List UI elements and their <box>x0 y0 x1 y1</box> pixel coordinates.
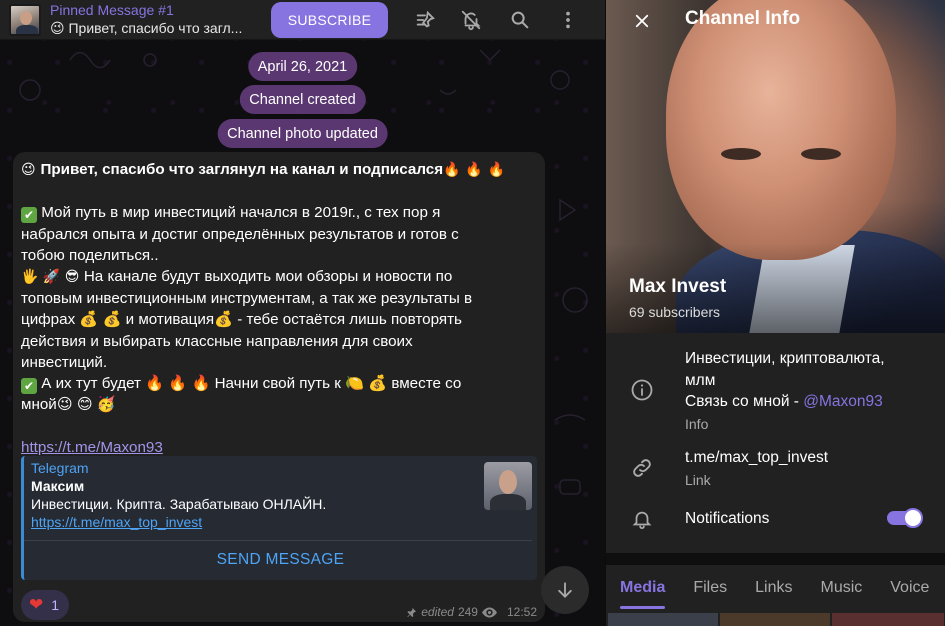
message-time: 12:52 <box>506 605 537 619</box>
preview-link[interactable]: https://t.me/max_top_invest <box>31 514 202 530</box>
pinned-list-icon[interactable] <box>411 6 439 34</box>
views-eye-icon <box>481 607 497 617</box>
tab-music[interactable]: Music <box>806 565 876 611</box>
channel-name: Max Invest <box>629 276 727 297</box>
edited-label: edited <box>421 605 454 619</box>
pinned-preview: 😉 Привет, спасибо что загл... <box>50 20 243 36</box>
subscriber-count: 69 subscribers <box>629 304 721 320</box>
message-line: ✔ А их тут будет 🔥 🔥 🔥 Начни свой путь к… <box>21 373 539 395</box>
media-grid[interactable] <box>606 611 945 626</box>
link-icon <box>630 456 654 480</box>
message-line <box>21 181 539 202</box>
notifications-label: Notifications <box>685 510 770 527</box>
tab-voice[interactable]: Voice <box>876 565 943 611</box>
bell-icon <box>630 507 654 531</box>
service-channel-created: Channel created <box>239 85 366 114</box>
check-icon: ✔ <box>21 378 37 395</box>
channel-link[interactable]: t.me/max_top_invest <box>685 447 828 469</box>
pinned-thumbnail <box>9 3 41 36</box>
message-line: ✔ Мой путь в мир инвестиций начался в 20… <box>21 202 539 224</box>
preview-description: Инвестиции. Крипта. Зарабатываю ОНЛАЙН. <box>31 496 327 512</box>
message-link[interactable]: https://t.me/Maxon93 <box>21 439 163 456</box>
message-line: тобою поделиться.. <box>21 246 159 264</box>
info-panel-title: Channel Info <box>685 8 801 29</box>
message-line: инвестиций. <box>21 353 108 371</box>
preview-thumbnail <box>484 462 532 510</box>
service-photo-updated: Channel photo updated <box>217 119 388 148</box>
link-label: Link <box>685 472 711 488</box>
tab-files[interactable]: Files <box>679 565 741 611</box>
message-line: 🖐 🚀 😎 На канале будут выходить мои обзор… <box>21 268 453 286</box>
message-line: 😉 Привет, спасибо что заглянул на канал … <box>21 161 506 178</box>
message-line: https://t.me/Maxon93 <box>21 437 539 458</box>
description-label: Info <box>685 416 709 432</box>
view-count: 249 <box>457 605 478 619</box>
reaction-chip[interactable]: ❤ 1 <box>21 590 70 620</box>
subscribe-button[interactable]: SUBSCRIBE <box>271 2 388 38</box>
message-line: цифрах 💰 💰 и мотивация💰 - тебе остаётся … <box>21 311 462 329</box>
chat-panel: Pinned Message #1 😉 Привет, спасибо что … <box>0 0 605 626</box>
telegram-window: Pinned Message #1 😉 Привет, спасибо что … <box>0 0 945 626</box>
pin-icon <box>407 607 417 617</box>
contact-handle-link[interactable]: @Maxon93 <box>803 393 883 410</box>
preview-title: Максим <box>31 478 85 494</box>
tab-media[interactable]: Media <box>606 565 679 611</box>
message-bubble[interactable]: 😉 Привет, спасибо что заглянул на канал … <box>13 152 545 622</box>
check-icon: ✔ <box>21 207 37 224</box>
message-line: топовым инвестиционным инструментам, а т… <box>21 290 473 308</box>
notifications-toggle[interactable] <box>887 508 923 528</box>
message-line: действия и выбирать классные направления… <box>21 332 413 350</box>
heart-icon: ❤ <box>29 595 44 615</box>
link-preview[interactable]: Telegram Максим Инвестиции. Крипта. Зара… <box>21 456 537 580</box>
tab-links[interactable]: Links <box>741 565 806 611</box>
preview-divider <box>24 540 532 541</box>
close-icon[interactable] <box>628 7 656 35</box>
reaction-count: 1 <box>51 597 60 613</box>
shared-media-tabs: Media Files Links Music Voice <box>606 565 945 611</box>
send-message-button[interactable]: SEND MESSAGE <box>24 551 537 569</box>
search-icon[interactable] <box>506 6 534 34</box>
info-icon <box>630 378 654 402</box>
scroll-to-bottom-button[interactable] <box>541 566 589 614</box>
message-text: 😉 Привет, спасибо что заглянул на канал … <box>21 159 539 458</box>
pinned-text: Pinned Message #1 😉 Привет, спасибо что … <box>50 1 260 38</box>
date-separator: April 26, 2021 <box>247 52 358 81</box>
channel-info-panel: Channel Info Max Invest 69 subscribers И… <box>605 0 945 626</box>
message-line: набрался опыта и достиг определённых рез… <box>21 225 459 243</box>
preview-site-name: Telegram <box>31 460 89 476</box>
mute-icon[interactable] <box>457 6 485 34</box>
message-line: мной😉 😊 🥳 <box>21 396 116 414</box>
arrow-down-icon <box>558 582 572 598</box>
message-line <box>21 415 539 436</box>
channel-description[interactable]: Инвестиции, криптовалюта, млм Связь со м… <box>685 348 885 413</box>
more-vertical-icon[interactable] <box>554 6 582 34</box>
message-meta: edited 249 12:52 <box>406 605 537 619</box>
pinned-title: Pinned Message #1 <box>50 2 174 18</box>
